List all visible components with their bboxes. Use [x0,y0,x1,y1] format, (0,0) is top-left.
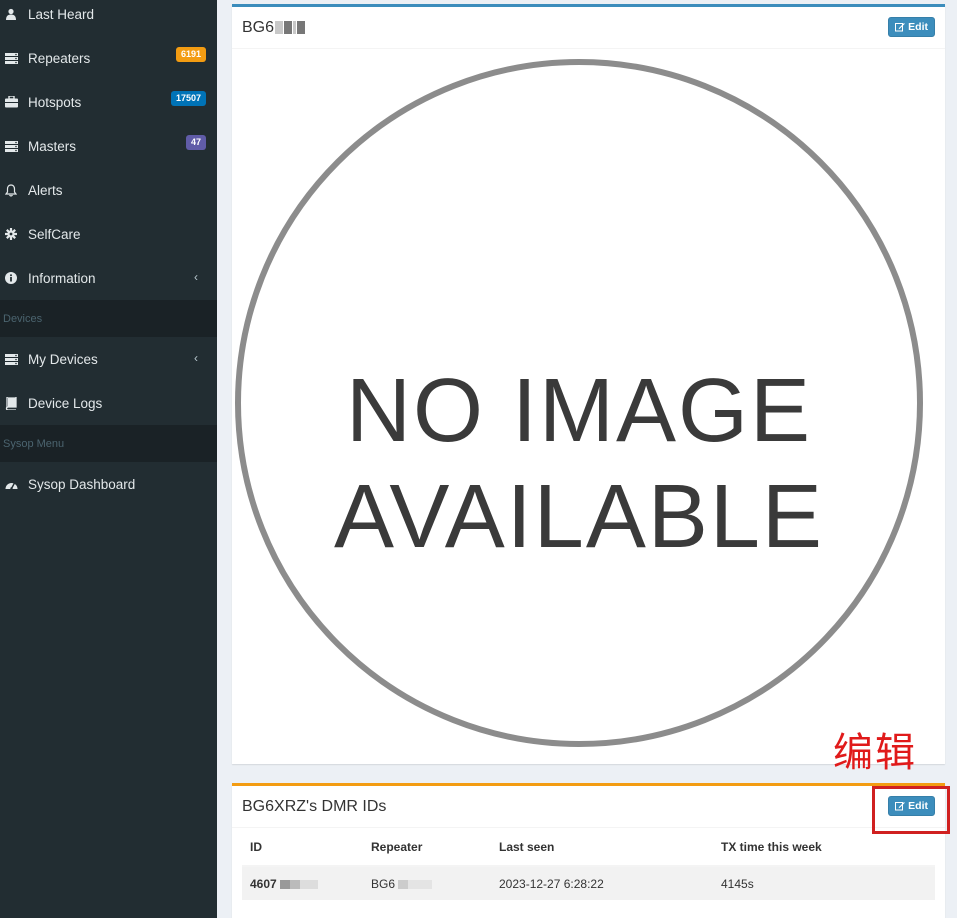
sidebar-item-alerts[interactable]: Alerts [0,168,217,212]
sidebar-item-hotspots[interactable]: Hotspots 17507 [0,80,217,124]
sidebar-item-masters[interactable]: Masters 47 [0,124,217,168]
chevron-left-icon: ‹ [194,270,198,284]
bell-icon [4,183,18,197]
sidebar-item-label: My Devices [28,351,98,367]
sidebar-item-label: Alerts [28,182,63,198]
server-icon [4,352,18,366]
edit-icon [895,23,905,32]
sidebar-item-device-logs[interactable]: Device Logs [0,381,217,425]
briefcase-icon [4,95,18,109]
info-circle-icon [4,271,18,285]
dmr-ids-box: BG6XRZ's DMR IDs Edit ID Repeater Last s… [232,783,945,918]
gear-icon [4,227,18,241]
sidebar-item-label: Last Heard [28,6,95,22]
cell-id: 4607 [242,866,363,900]
profile-box-header: BG6 Edit [232,7,945,49]
sidebar-item-label: Device Logs [28,395,103,411]
cell-last-seen: 2023-12-27 6:28:22 [491,866,713,900]
column-header-id: ID [242,828,363,867]
dashboard-icon [4,477,18,491]
column-header-repeater: Repeater [363,828,491,867]
section-header-sysop: Sysop Menu [0,425,217,462]
repeaters-count-badge: 6191 [175,47,206,62]
no-image-line2: AVAILABLE [334,467,824,567]
sidebar-item-my-devices[interactable]: My Devices ‹ [0,337,217,381]
annotation-highlight-box [872,786,950,834]
masters-count-badge: 47 [185,135,206,150]
profile-box: BG6 Edit NO IMAGE AVAILABLE [232,4,945,764]
sidebar-item-repeaters[interactable]: Repeaters 6191 [0,36,217,80]
sidebar-item-selfcare[interactable]: SelfCare [0,212,217,256]
book-icon [4,396,18,410]
dmr-box-header: BG6XRZ's DMR IDs Edit [232,786,945,828]
profile-callsign-title: BG6 [242,19,306,37]
sidebar-item-information[interactable]: Information ‹ [0,256,217,300]
section-header-devices: Devices [0,300,217,337]
edit-profile-button[interactable]: Edit [888,17,935,37]
no-image-placeholder: NO IMAGE AVAILABLE [232,49,945,762]
cell-repeater: BG6 [363,866,491,900]
dmr-box-title: BG6XRZ's DMR IDs [242,797,387,815]
dmr-ids-table: ID Repeater Last seen TX time this week … [242,828,935,900]
annotation-label: 编辑 [833,730,917,776]
sidebar: Last Heard Repeaters 6191 Hotspots 17507… [0,0,217,918]
sidebar-item-sysop-dashboard[interactable]: Sysop Dashboard [0,462,217,506]
sidebar-item-last-heard[interactable]: Last Heard [0,0,217,36]
sidebar-item-label: SelfCare [28,226,81,242]
server-icon [4,51,18,65]
no-image-line1: NO IMAGE [346,361,812,461]
column-header-last-seen: Last seen [491,828,713,867]
cell-tx-time: 4145s [713,866,935,900]
chevron-left-icon: ‹ [194,351,198,365]
table-row: 4607 BG6 2023-12-27 6:28:22 4145s [242,866,935,900]
user-icon [4,7,18,21]
hotspots-count-badge: 17507 [170,91,206,106]
sidebar-item-label: Sysop Dashboard [28,476,136,492]
server-icon [4,139,18,153]
sidebar-item-label: Information [28,270,96,286]
